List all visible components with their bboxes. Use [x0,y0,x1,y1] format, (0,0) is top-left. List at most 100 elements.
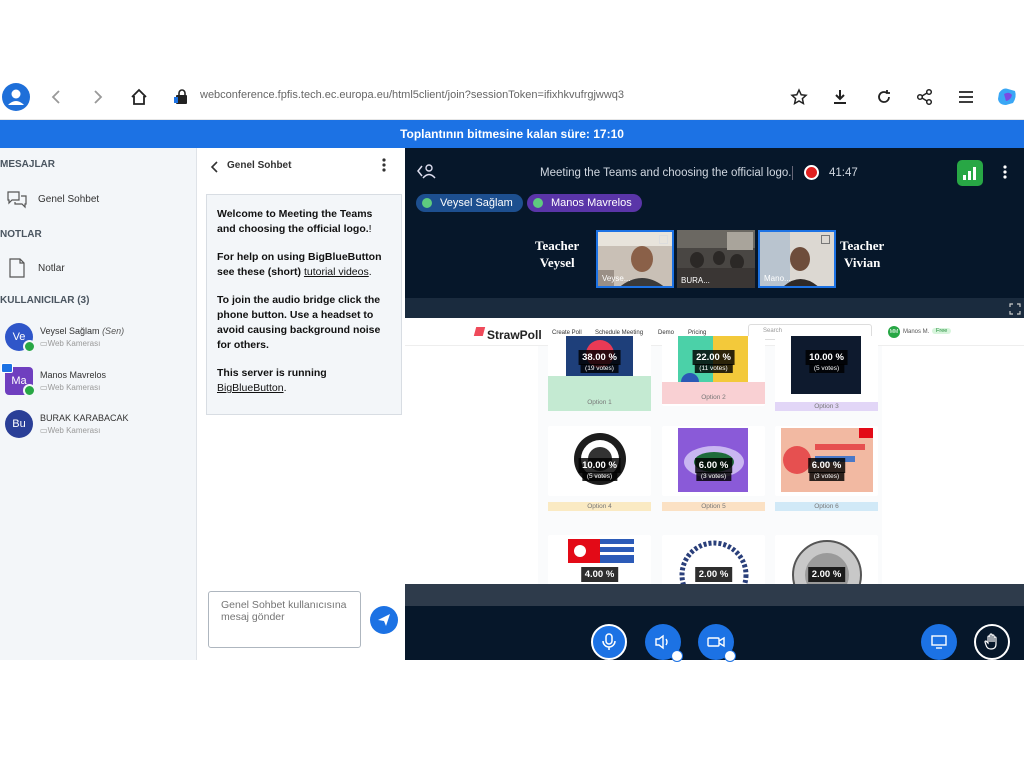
presenter-badge-icon [1,363,13,373]
microphone-icon [533,198,543,208]
user-list-item[interactable]: Ve Veysel Sağlam (Sen) ▭Web Kamerası [4,323,196,363]
poll-option-card[interactable]: 2.00 % [775,535,878,584]
profile-avatar-icon[interactable] [2,83,30,111]
shared-notes-item[interactable]: Notlar [4,254,194,282]
speaker-icon [655,634,668,650]
audio-settings-button[interactable] [645,624,683,662]
meeting-main-area: Meeting the Teams and choosing the offic… [405,148,1024,662]
help-suffix: . [368,266,372,278]
options-kebab-icon[interactable] [1002,164,1008,185]
teacher-left-label: Teacher Veysel [535,237,579,271]
site-permissions-icon[interactable] [168,84,194,110]
vote-count: (19 votes) [580,364,619,373]
meeting-top-bar: Meeting the Teams and choosing the offic… [405,148,1024,196]
talker-name: Veysel Sağlam [440,197,513,209]
public-chat-item[interactable]: Genel Sohbet [4,185,194,213]
option-label: Option 2 [701,394,726,401]
download-icon[interactable] [827,84,853,110]
webcam-name: Veyse... [602,274,631,283]
server-suffix: . [283,382,287,394]
send-message-button[interactable] [370,606,398,634]
bigbluebutton-link[interactable]: BigBlueButton [217,382,284,394]
vote-percentage: 38.00 % [578,350,621,365]
poll-option-card[interactable]: 22.00 % (11 votes) Option 2 [662,336,765,431]
chat-title: Genel Sohbet [227,160,292,171]
webcam-options-chevron-icon[interactable] [724,650,736,662]
vote-count: (5 votes) [581,472,618,481]
vote-percentage: 6.00 % [807,458,846,473]
recording-indicator-icon[interactable] [804,165,819,180]
reload-icon[interactable] [871,84,897,110]
user-list-item[interactable]: Ma Manos Mavrelos ▭Web Kamerası [1,363,196,407]
chat-options-icon[interactable] [381,157,387,178]
poll-option-card[interactable]: 2.00 % [662,535,765,584]
user-name: BURAK KARABACAK [40,413,129,423]
vote-percentage: 22.00 % [692,350,735,365]
talker-name: Manos Mavrelos [551,197,632,209]
copilot-icon[interactable] [994,84,1020,110]
address-bar-url[interactable]: webconference.fpfis.tech.ec.europa.eu/ht… [200,89,624,101]
chat-back-chevron-icon[interactable] [210,160,220,178]
strawpoll-user-name[interactable]: Manos M. [903,329,929,335]
teacher-right-line1: Teacher [840,238,885,253]
bookmark-star-icon[interactable] [786,84,812,110]
browser-toolbar: webconference.fpfis.tech.ec.europa.eu/ht… [0,78,1024,120]
connection-status-button[interactable] [957,160,983,186]
webcam-tile[interactable]: BURA... [677,230,755,288]
plan-badge: Free [932,328,952,334]
vote-percentage: 10.00 % [578,458,621,473]
app-frame: webconference.fpfis.tech.ec.europa.eu/ht… [0,78,1024,662]
raise-hand-button[interactable] [974,624,1010,660]
user-webcam-status: ▭Web Kamerası [40,339,101,348]
tutorial-videos-link[interactable]: tutorial videos [304,266,369,278]
vote-percentage: 6.00 % [694,458,733,473]
poll-option-card[interactable]: 4.00 % [548,535,651,584]
audio-options-chevron-icon[interactable] [671,650,683,662]
share-webcam-button[interactable] [698,624,736,662]
title-divider [792,166,793,180]
user-name: Manos Mavrelos [40,370,107,380]
audio-help-text: To join the audio bridge click the phone… [217,293,391,353]
welcome-text: Welcome to Meeting the Teams and choosin… [217,207,391,237]
notes-icon [6,257,28,279]
option-label: Option 4 [587,503,612,510]
poll-option-card[interactable]: 10.00 % (5 votes) Option 4 [548,426,651,521]
public-chat-label: Genel Sohbet [38,193,100,205]
teacher-left-line2: Veysel [539,255,575,270]
share-screen-button[interactable] [921,624,957,660]
chat-message-input[interactable] [208,591,361,648]
webcam-tile[interactable]: Mano... [758,230,836,288]
mute-microphone-button[interactable] [591,624,627,660]
self-indicator: (Sen) [102,326,125,336]
notes-section-title: NOTLAR [0,229,42,240]
menu-icon[interactable] [953,84,979,110]
send-arrow-icon [378,614,390,626]
strawpoll-user-avatar[interactable]: MM [888,326,900,338]
poll-option-card[interactable]: 6.00 % (3 votes) Option 6 [775,426,878,521]
meeting-title: Meeting the Teams and choosing the offic… [540,167,792,179]
poll-option-card[interactable]: 2024 38.00 % (19 votes) Option 1 [548,336,651,431]
toggle-user-list-icon[interactable] [417,163,437,184]
video-camera-icon [707,636,725,648]
webcam-tile[interactable]: Veyse... [596,230,674,288]
teacher-right-line2: Vivian [843,255,881,270]
poll-option-card[interactable]: 6.00 % (3 votes) Option 5 [662,426,765,521]
home-icon[interactable] [126,84,152,110]
talking-indicator[interactable]: Manos Mavrelos [527,194,642,212]
vote-percentage: 2.00 % [807,567,846,582]
screenshare-header [405,298,1024,318]
share-icon[interactable] [912,84,938,110]
shared-notes-label: Notlar [38,262,65,274]
poll-option-card[interactable]: 10.00 % (5 votes) Option 3 [775,336,878,431]
back-arrow-icon[interactable] [44,84,70,110]
microphone-badge-icon [23,384,36,397]
expand-icon[interactable] [659,235,668,244]
vote-count: (3 votes) [808,472,845,481]
talking-indicator[interactable]: Veysel Sağlam [416,194,523,212]
screenshare-content[interactable]: StrawPoll Create Poll Schedule Meeting D… [405,318,1024,584]
forward-arrow-icon[interactable] [84,84,110,110]
user-list-item[interactable]: Bu BURAK KARABACAK ▭Web Kamerası [4,410,196,450]
vote-count: (5 votes) [808,364,845,373]
option-label: Option 6 [814,503,839,510]
expand-icon[interactable] [821,235,830,244]
